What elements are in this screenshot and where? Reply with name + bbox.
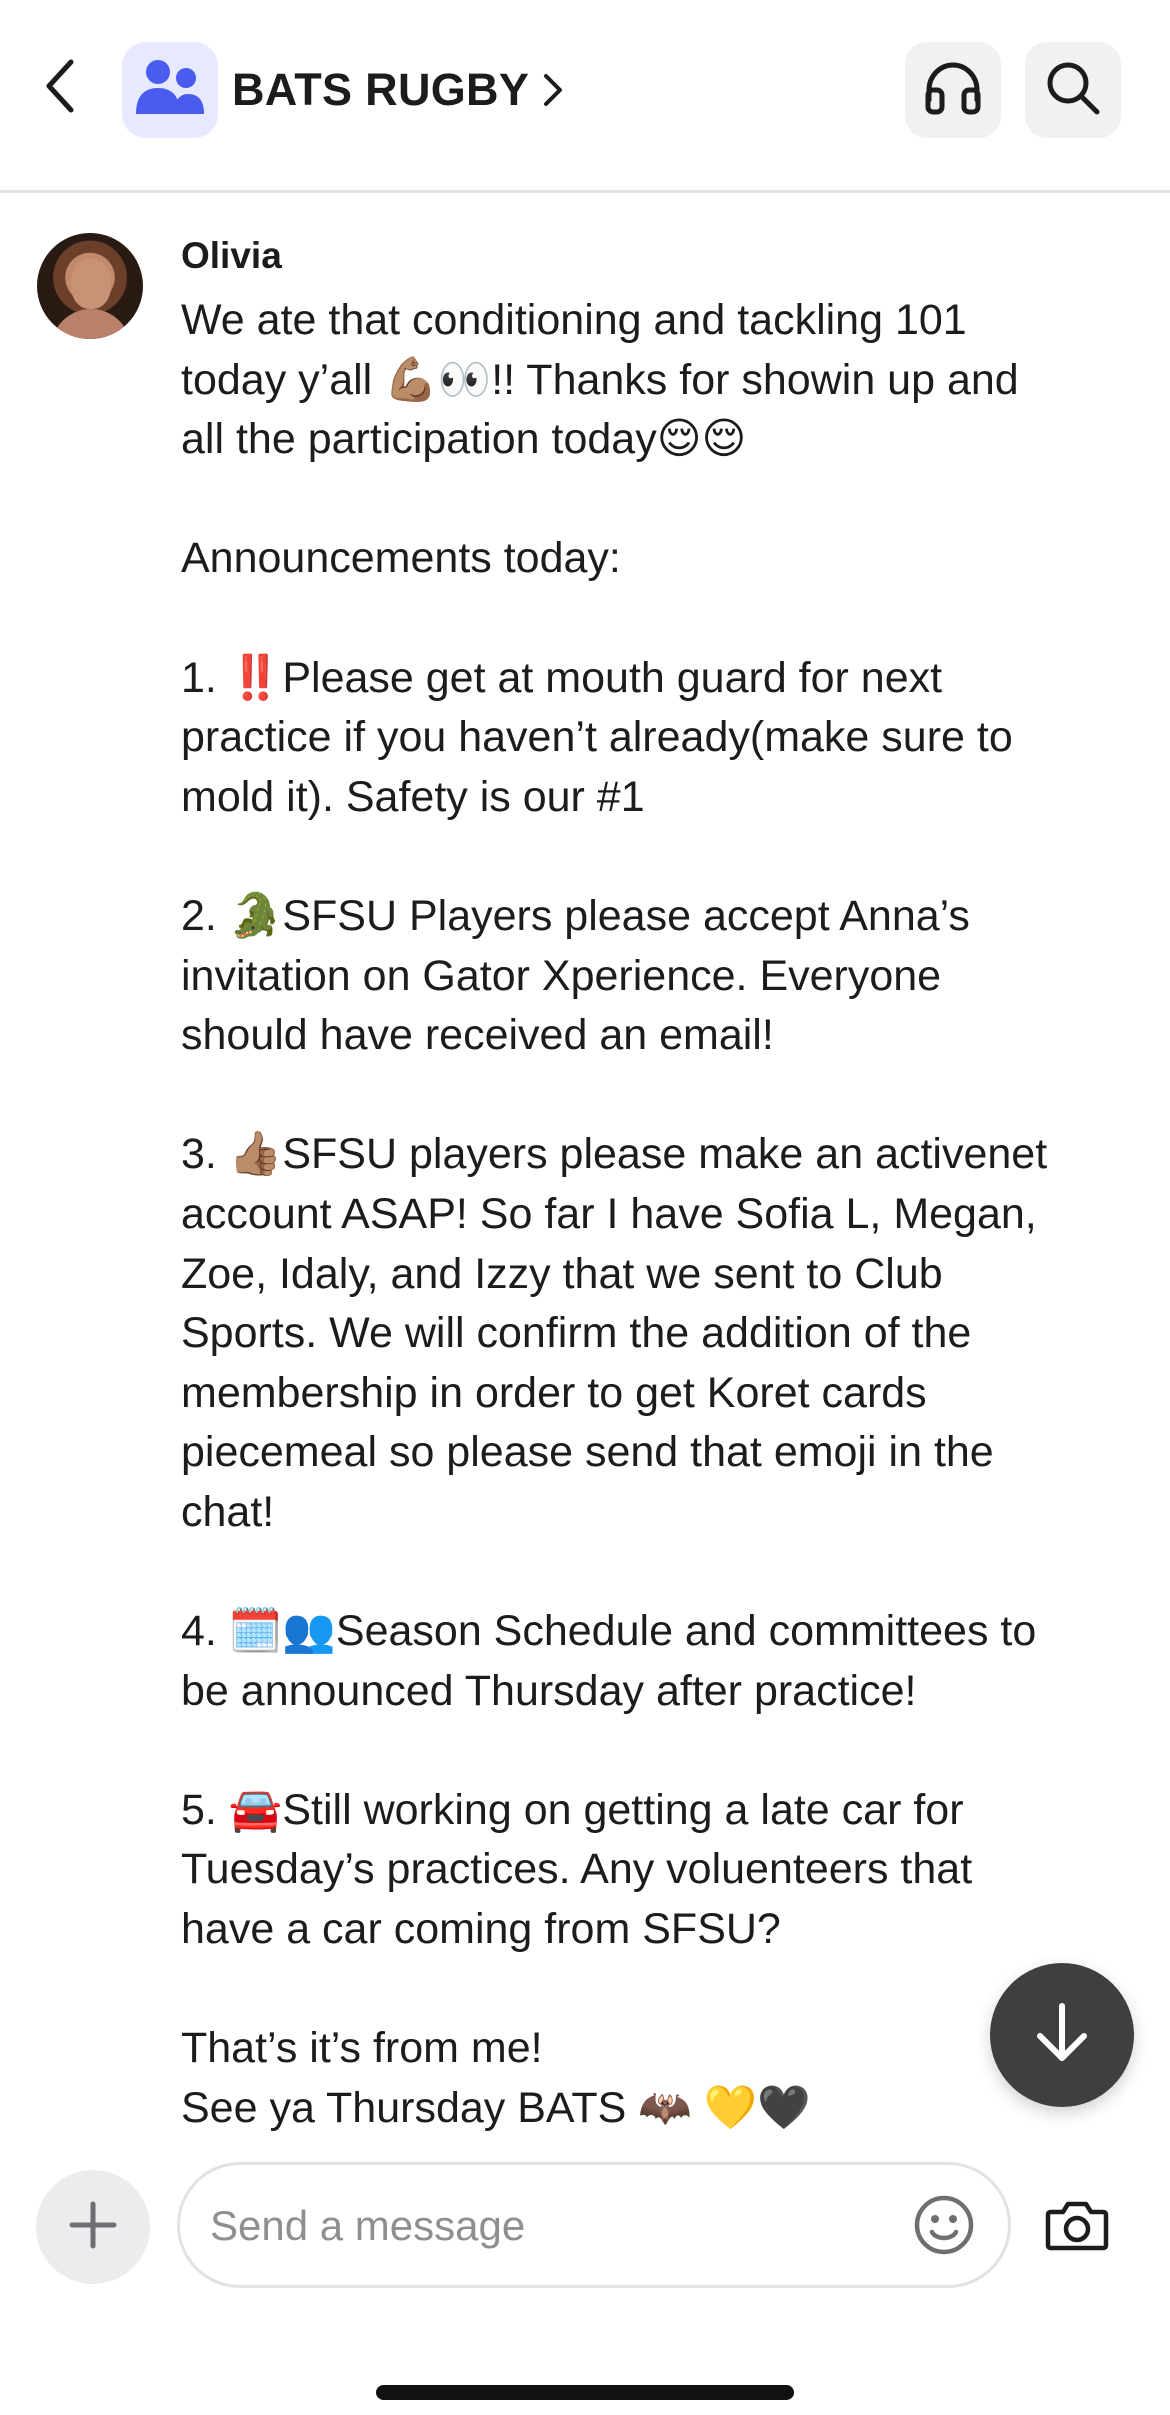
emoji-button[interactable]: [911, 2194, 977, 2260]
message-author: Olivia: [181, 235, 282, 276]
message-body: We ate that conditioning and tackling 10…: [181, 291, 1121, 2138]
message-item[interactable]: Olivia We ate that conditioning and tack…: [0, 195, 1170, 2140]
announcements-heading: Announcements today:: [181, 534, 621, 583]
camera-icon: [1045, 2198, 1109, 2257]
announcement-item: 4. 🗓️👥Season Schedule and committees to …: [181, 1607, 1037, 1715]
group-people-icon: [134, 58, 206, 123]
headphones-icon: [923, 60, 983, 121]
plus-icon: [68, 2200, 118, 2255]
avatar[interactable]: [37, 233, 143, 339]
message-input-container: [177, 2162, 1011, 2288]
chat-header: BATS RUGBY: [0, 0, 1170, 193]
chevron-left-icon: [45, 58, 75, 119]
camera-button[interactable]: [1042, 2192, 1112, 2262]
back-button[interactable]: [38, 58, 82, 118]
scroll-to-bottom-button[interactable]: [990, 1963, 1134, 2107]
arrow-down-icon: [1034, 2002, 1090, 2069]
message-signoff: That’s it’s from me! See ya Thursday BAT…: [181, 2024, 811, 2132]
group-avatar[interactable]: [122, 42, 218, 138]
group-name: BATS RUGBY: [232, 64, 530, 115]
announcement-item: 3. 👍🏽SFSU players please make an activen…: [181, 1130, 1048, 1536]
group-title-button[interactable]: BATS RUGBY: [232, 62, 563, 118]
chat-screen: BATS RUGBY Olivia We ate that conditioni…: [0, 0, 1170, 2415]
add-attachment-button[interactable]: [36, 2170, 150, 2284]
message-intro: We ate that conditioning and tackling 10…: [181, 296, 1019, 464]
chevron-right-icon: [543, 73, 563, 107]
search-button[interactable]: [1025, 42, 1121, 138]
audio-room-button[interactable]: [905, 42, 1001, 138]
announcement-item: 5. 🚘Still working on getting a late car …: [181, 1785, 973, 1954]
message-input[interactable]: [210, 2193, 850, 2259]
home-indicator: [376, 2385, 794, 2400]
search-icon: [1045, 60, 1101, 121]
smiley-icon: [913, 2194, 975, 2261]
message-composer: [0, 2140, 1170, 2415]
announcement-item: 2. 🐊SFSU Players please accept Anna’s in…: [181, 891, 970, 1060]
announcement-item: 1. ‼️Please get at mouth guard for next …: [181, 653, 1013, 821]
